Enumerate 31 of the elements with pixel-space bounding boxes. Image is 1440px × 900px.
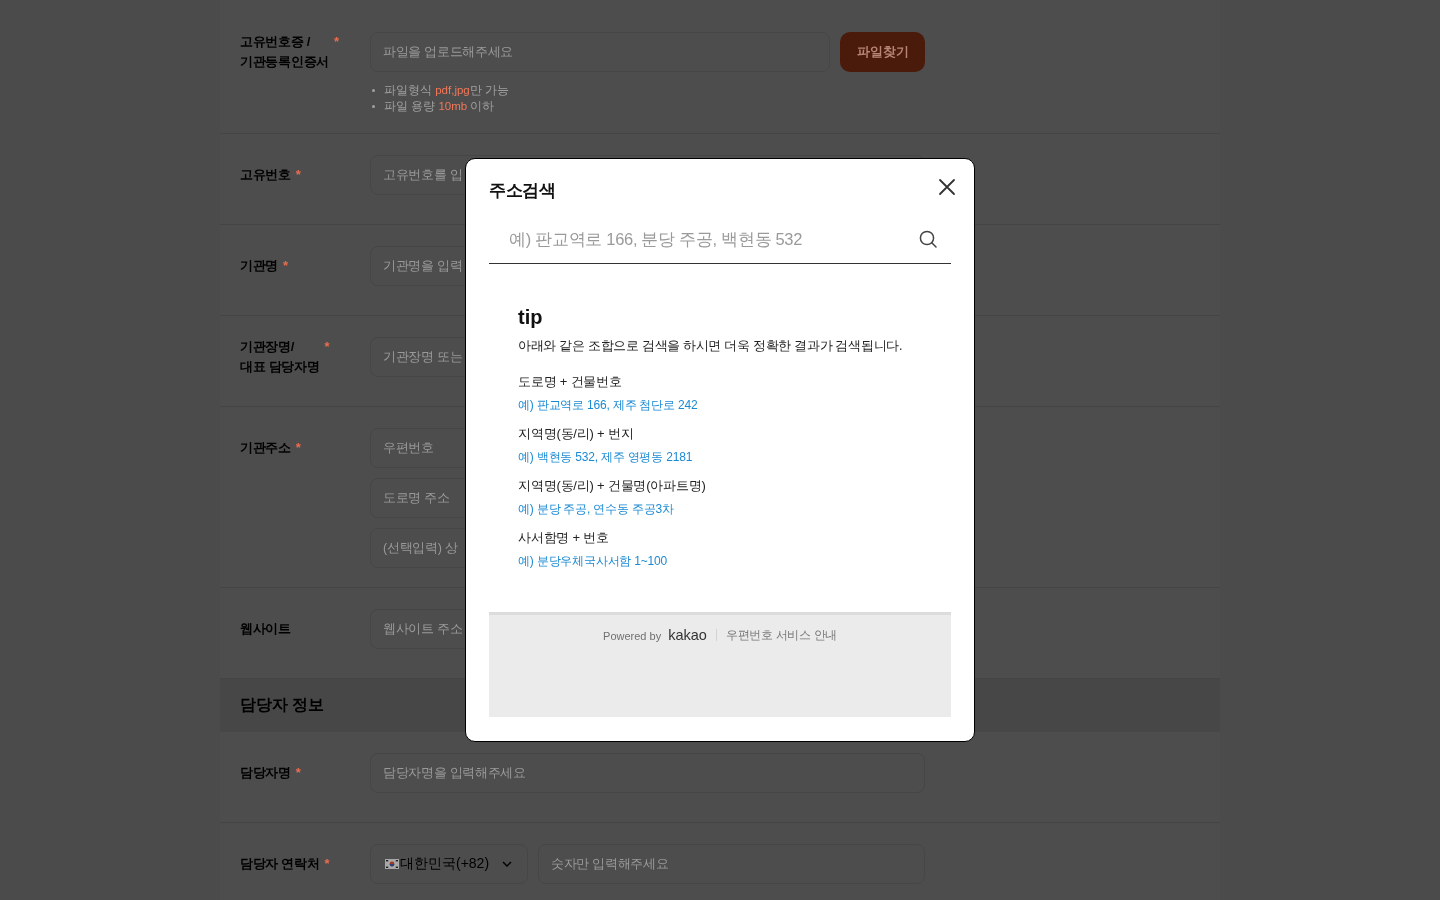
- field-label: 담당자명: [240, 764, 291, 782]
- tip-description: 아래와 같은 조합으로 검색을 하시면 더욱 정확한 결과가 검색됩니다.: [518, 338, 903, 355]
- search-pattern: 지역명(동/리) + 건물명(아파트명): [518, 477, 706, 495]
- required-mark: *: [295, 166, 301, 184]
- brand-logo: kakao: [668, 627, 707, 643]
- required-mark: *: [324, 338, 330, 356]
- modal-title: 주소검색: [489, 180, 556, 202]
- field-label: 기관주소: [240, 439, 291, 457]
- search-example: 예) 판교역로 166, 제주 첨단로 242: [518, 397, 698, 414]
- field-label: 기관명: [240, 257, 279, 275]
- file-note: 파일 용량 10mb 이하: [384, 98, 495, 114]
- field-label: 기관장명/ 대표 담당자명: [240, 338, 320, 376]
- tip-heading: tip: [518, 305, 543, 330]
- search-example: 예) 백현동 532, 제주 영평동 2181: [518, 449, 693, 466]
- search-example: 예) 분당우체국사서함 1~100: [518, 553, 667, 570]
- powered-by-label: Powered by: [603, 629, 662, 644]
- file-note: 파일형식 pdf,jpg만 가능: [384, 82, 509, 98]
- search-pattern: 사서함명 + 번호: [518, 529, 609, 547]
- required-mark: *: [283, 257, 289, 275]
- field-label: 고유번호증 / 기관등록인증서: [240, 33, 329, 71]
- required-mark: *: [324, 855, 330, 873]
- required-mark: *: [333, 33, 339, 51]
- search-pattern: 지역명(동/리) + 번지: [518, 425, 634, 443]
- required-mark: *: [295, 764, 301, 782]
- search-example: 예) 분당 주공, 연수동 주공3차: [518, 501, 674, 518]
- field-label: 담당자 연락처: [240, 855, 320, 873]
- search-pattern: 도로명 + 건물번호: [518, 373, 622, 391]
- field-label: 고유번호: [240, 166, 291, 184]
- required-mark: *: [295, 439, 301, 457]
- section-title: 담당자 정보: [240, 695, 325, 715]
- field-label: 웹사이트: [240, 620, 291, 638]
